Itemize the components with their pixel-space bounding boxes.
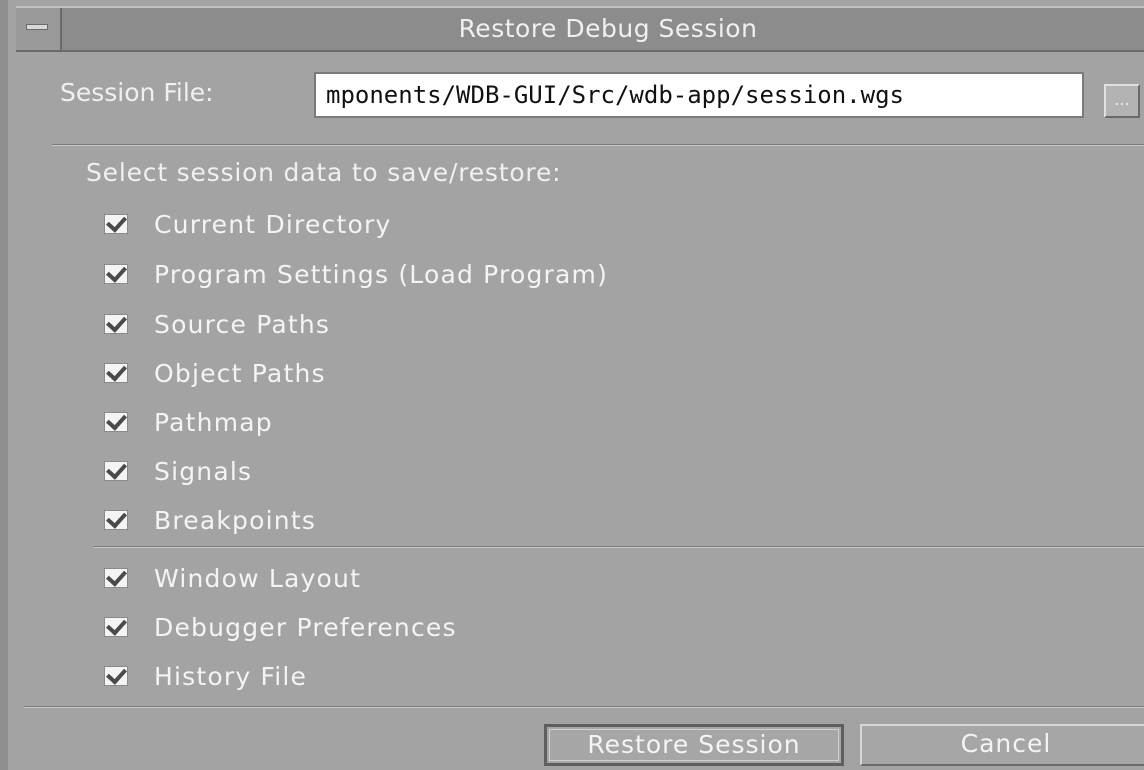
option-current-directory[interactable]: Current Directory [104,207,391,241]
checkbox-checked-icon[interactable] [104,363,128,383]
option-signals[interactable]: Signals [104,454,252,488]
option-label: Window Layout [154,563,362,593]
option-label: Current Directory [154,209,392,239]
option-breakpoints[interactable]: Breakpoints [104,503,316,537]
option-window-layout[interactable]: Window Layout [104,561,361,595]
restore-session-button[interactable]: Restore Session [544,724,844,766]
checkbox-checked-icon[interactable] [104,412,128,432]
option-label: Breakpoints [154,505,317,535]
option-label: Object Paths [154,358,326,388]
title-bar[interactable]: Restore Debug Session [16,6,1144,52]
session-file-label: Session File: [60,78,214,107]
option-pathmap[interactable]: Pathmap [104,405,273,439]
option-label: Pathmap [154,407,273,437]
middle-separator [94,546,1144,548]
checkbox-checked-icon[interactable] [104,314,128,334]
option-label: Program Settings (Load Program) [154,259,609,289]
bottom-separator [24,706,1144,708]
option-debugger-preferences[interactable]: Debugger Preferences [104,610,457,644]
checkbox-checked-icon[interactable] [104,568,128,588]
option-program-settings[interactable]: Program Settings (Load Program) [104,257,608,291]
cancel-button[interactable]: Cancel [860,724,1144,766]
session-file-input[interactable]: mponents/WDB-GUI/Src/wdb-app/session.wgs [314,72,1084,118]
checkbox-checked-icon[interactable] [104,264,128,284]
option-label: History File [154,661,308,691]
option-source-paths[interactable]: Source Paths [104,307,330,341]
checkbox-checked-icon[interactable] [104,461,128,481]
minimize-bar-icon [26,24,48,30]
option-history-file[interactable]: History File [104,659,307,693]
window-menu-button[interactable] [16,8,62,50]
option-object-paths[interactable]: Object Paths [104,356,326,390]
checkbox-checked-icon[interactable] [104,666,128,686]
checkbox-checked-icon[interactable] [104,510,128,530]
dialog-window: Restore Debug Session Session File: mpon… [0,0,1144,770]
browse-button[interactable]: ... [1104,84,1140,118]
checkbox-checked-icon[interactable] [104,617,128,637]
option-label: Debugger Preferences [154,612,457,642]
option-label: Signals [154,456,253,486]
options-header: Select session data to save/restore: [86,158,562,187]
window-title: Restore Debug Session [458,14,758,43]
option-label: Source Paths [154,309,331,339]
top-separator [52,144,1144,146]
checkbox-checked-icon[interactable] [104,214,128,234]
